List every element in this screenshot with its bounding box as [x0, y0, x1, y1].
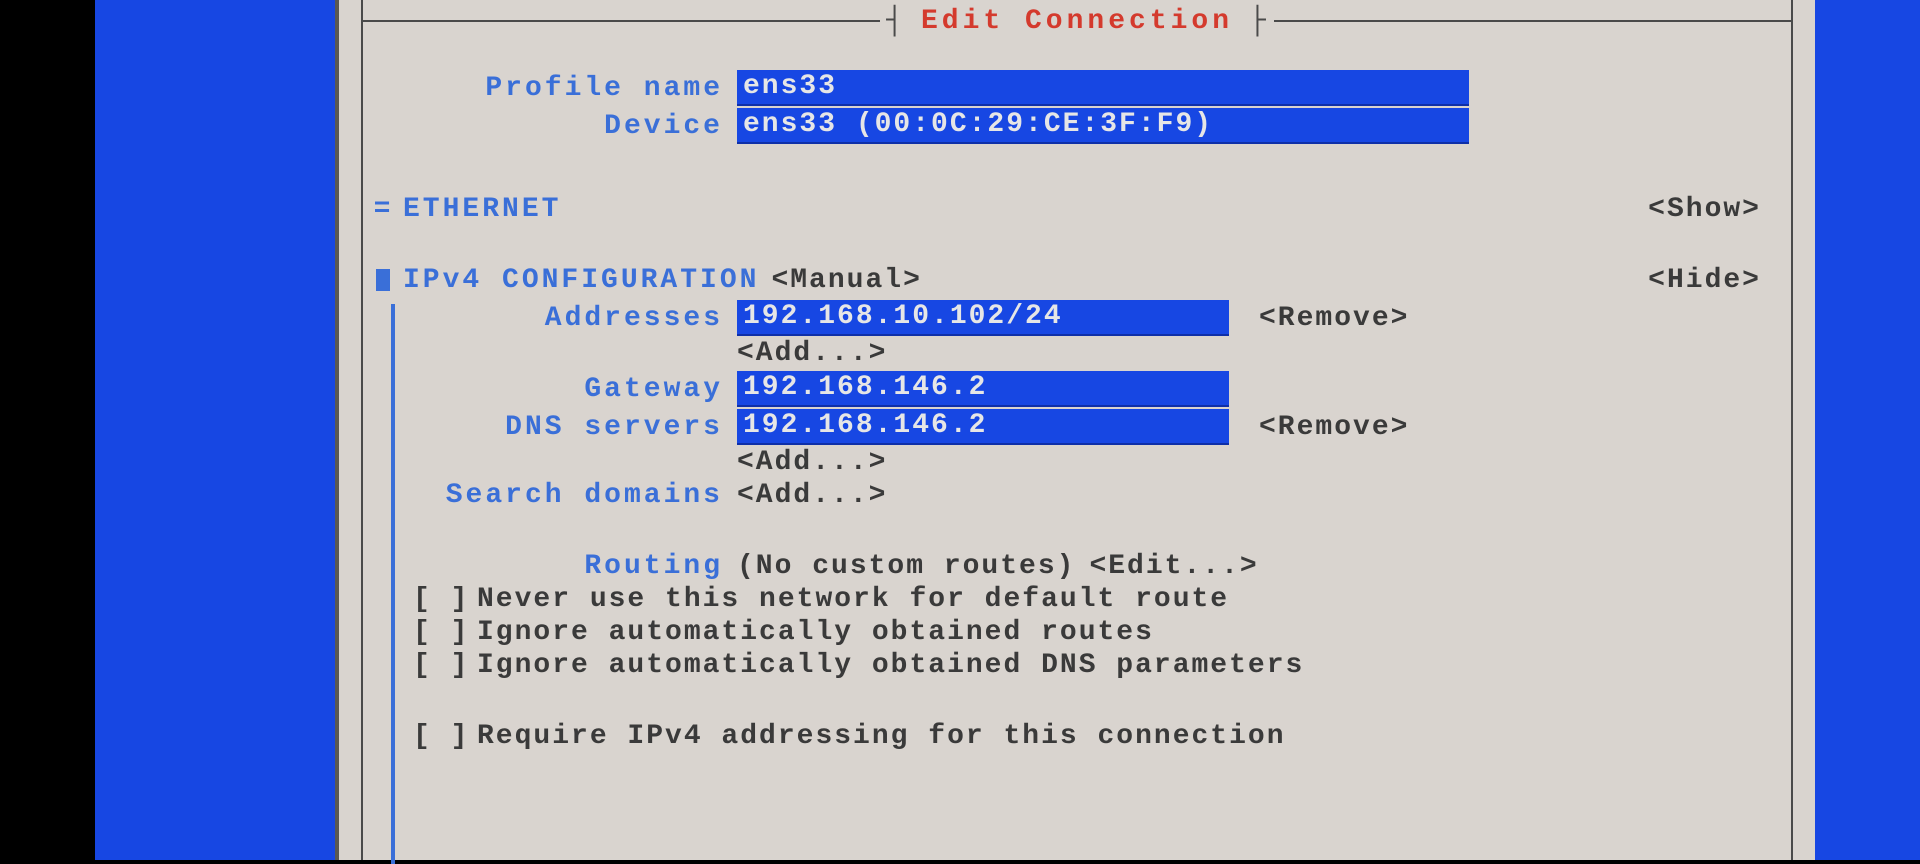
checkbox-ignore-dns[interactable]: [ ] Ignore automatically obtained DNS pa…	[363, 650, 1791, 681]
dns-remove-button[interactable]: <Remove>	[1259, 412, 1409, 443]
address-add-button[interactable]: <Add...>	[737, 338, 887, 369]
checkbox-ignore-routes[interactable]: [ ] Ignore automatically obtained routes	[363, 617, 1791, 648]
dialog-content: Profile name ens33 Device ens33 (00:0C:2…	[363, 60, 1791, 860]
checkbox-never-default-label: Never use this network for default route	[477, 584, 1229, 615]
ipv4-mode-select[interactable]: <Manual>	[771, 265, 921, 296]
dialog-frame: ┤ Edit Connection ├ Profile name ens33 D…	[361, 0, 1793, 860]
title-bracket-left: ┤	[880, 6, 911, 37]
routing-label: Routing	[363, 551, 737, 582]
addresses-label: Addresses	[363, 303, 737, 334]
checkbox-require-ipv4-label: Require IPv4 addressing for this connect…	[477, 721, 1286, 752]
checkbox-box-icon: [ ]	[413, 617, 477, 648]
address-remove-button[interactable]: <Remove>	[1259, 303, 1409, 334]
routing-edit-button[interactable]: <Edit...>	[1089, 551, 1258, 582]
edit-connection-dialog: ┤ Edit Connection ├ Profile name ens33 D…	[335, 0, 1815, 860]
checkbox-never-default[interactable]: [ ] Never use this network for default r…	[363, 584, 1791, 615]
checkbox-require-ipv4[interactable]: [ ] Require IPv4 addressing for this con…	[363, 721, 1791, 752]
screen-root: ┤ Edit Connection ├ Profile name ens33 D…	[0, 0, 1920, 860]
routing-value: (No custom routes)	[737, 551, 1075, 582]
device-label: Device	[363, 111, 737, 142]
ipv4-marker	[363, 265, 403, 296]
checkbox-ignore-routes-label: Ignore automatically obtained routes	[477, 617, 1154, 648]
checkbox-box-icon: [ ]	[413, 650, 477, 681]
profile-name-input[interactable]: ens33	[737, 70, 1469, 106]
ipv4-header: IPv4 CONFIGURATION	[403, 265, 759, 296]
ethernet-marker: =	[363, 194, 403, 225]
dns-servers-label: DNS servers	[363, 412, 737, 443]
checkbox-ignore-dns-label: Ignore automatically obtained DNS parame…	[477, 650, 1304, 681]
title-bracket-right: ├	[1243, 6, 1274, 37]
checkbox-box-icon: [ ]	[413, 721, 477, 752]
ethernet-show-button[interactable]: <Show>	[1648, 194, 1761, 225]
search-domains-add-button[interactable]: <Add...>	[737, 480, 887, 511]
search-domains-label: Search domains	[363, 480, 737, 511]
address-input-0[interactable]: 192.168.10.102/24	[737, 300, 1229, 336]
ethernet-header: ETHERNET	[403, 194, 561, 225]
dns-add-button[interactable]: <Add...>	[737, 447, 887, 478]
gateway-label: Gateway	[363, 374, 737, 405]
dialog-title-bar: ┤ Edit Connection ├	[363, 0, 1791, 42]
device-input[interactable]: ens33 (00:0C:29:CE:3F:F9)	[737, 108, 1469, 144]
checkbox-box-icon: [ ]	[413, 584, 477, 615]
ipv4-section-bar	[391, 304, 395, 864]
dialog-title: Edit Connection	[911, 6, 1243, 37]
gateway-input[interactable]: 192.168.146.2	[737, 371, 1229, 407]
ipv4-hide-button[interactable]: <Hide>	[1648, 265, 1761, 296]
profile-name-label: Profile name	[363, 73, 737, 104]
dns-input-0[interactable]: 192.168.146.2	[737, 409, 1229, 445]
